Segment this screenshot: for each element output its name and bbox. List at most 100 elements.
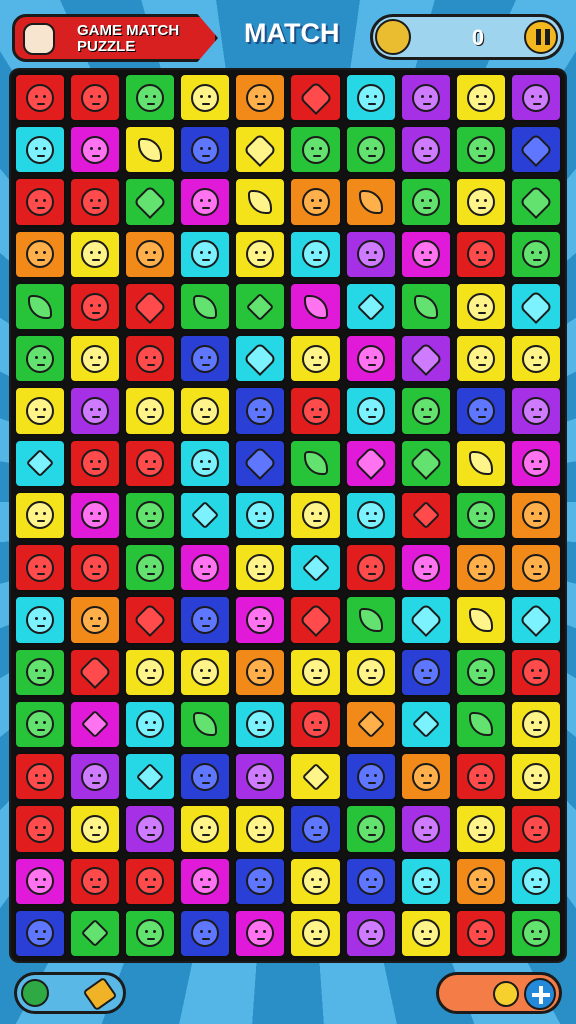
tile[interactable] [234, 438, 287, 488]
tile[interactable] [289, 438, 342, 488]
tile[interactable] [14, 543, 67, 593]
tile[interactable] [454, 334, 507, 384]
tile[interactable] [509, 699, 562, 750]
tile[interactable] [14, 804, 67, 854]
tile[interactable] [344, 543, 397, 593]
tile[interactable] [124, 73, 177, 123]
tile[interactable] [69, 804, 122, 854]
pencil-icon[interactable] [82, 976, 118, 1012]
tile[interactable] [234, 125, 287, 175]
tile[interactable] [14, 73, 67, 123]
tile[interactable] [509, 334, 562, 384]
tile[interactable] [124, 699, 177, 750]
tile[interactable] [289, 647, 342, 697]
tile[interactable] [124, 438, 177, 488]
tile[interactable] [289, 229, 342, 279]
tile[interactable] [69, 543, 122, 593]
tile[interactable] [399, 125, 452, 175]
tile[interactable] [344, 438, 397, 488]
tile[interactable] [399, 438, 452, 488]
tile[interactable] [179, 804, 232, 854]
tile[interactable] [509, 908, 562, 958]
tile[interactable] [399, 699, 452, 750]
tile[interactable] [179, 543, 232, 593]
tile[interactable] [124, 125, 177, 175]
tile[interactable] [509, 229, 562, 279]
tile[interactable] [124, 647, 177, 697]
tile[interactable] [454, 386, 507, 436]
tile[interactable] [344, 125, 397, 175]
tile[interactable] [289, 595, 342, 645]
tile[interactable] [289, 386, 342, 436]
tile[interactable] [124, 334, 177, 384]
tile[interactable] [509, 438, 562, 488]
tile[interactable] [289, 73, 342, 123]
tile[interactable] [179, 856, 232, 906]
tile[interactable] [179, 647, 232, 697]
tile[interactable] [124, 752, 177, 802]
tile[interactable] [399, 229, 452, 279]
tile[interactable] [509, 752, 562, 802]
tile[interactable] [289, 281, 342, 332]
tile[interactable] [14, 281, 67, 332]
tile[interactable] [234, 177, 287, 227]
tile[interactable] [399, 490, 452, 541]
tile[interactable] [289, 804, 342, 854]
tile[interactable] [124, 804, 177, 854]
tile[interactable] [179, 281, 232, 332]
tile[interactable] [179, 177, 232, 227]
tile[interactable] [179, 229, 232, 279]
tile[interactable] [509, 125, 562, 175]
tile[interactable] [14, 386, 67, 436]
tile[interactable] [344, 490, 397, 541]
tile[interactable] [69, 386, 122, 436]
tile[interactable] [14, 908, 67, 958]
tile[interactable] [454, 595, 507, 645]
tile[interactable] [69, 73, 122, 123]
tile[interactable] [69, 908, 122, 958]
tile[interactable] [344, 281, 397, 332]
tile[interactable] [454, 73, 507, 123]
tile[interactable] [234, 73, 287, 123]
tile[interactable] [234, 543, 287, 593]
tile[interactable] [344, 177, 397, 227]
tile[interactable] [509, 73, 562, 123]
tile[interactable] [124, 229, 177, 279]
tile[interactable] [234, 386, 287, 436]
tile[interactable] [14, 752, 67, 802]
tile[interactable] [69, 438, 122, 488]
tile[interactable] [179, 595, 232, 645]
tile[interactable] [454, 699, 507, 750]
tile[interactable] [454, 490, 507, 541]
tile[interactable] [14, 438, 67, 488]
tile[interactable] [454, 647, 507, 697]
tile[interactable] [179, 386, 232, 436]
plus-icon[interactable] [524, 978, 556, 1010]
tile[interactable] [179, 490, 232, 541]
tile[interactable] [179, 73, 232, 123]
tile[interactable] [234, 752, 287, 802]
tile[interactable] [509, 595, 562, 645]
tile[interactable] [399, 543, 452, 593]
tile[interactable] [344, 229, 397, 279]
tile[interactable] [454, 125, 507, 175]
tile[interactable] [454, 752, 507, 802]
tile[interactable] [399, 281, 452, 332]
tile[interactable] [289, 177, 342, 227]
tile[interactable] [454, 804, 507, 854]
tile[interactable] [289, 752, 342, 802]
tile[interactable] [399, 647, 452, 697]
tile[interactable] [234, 699, 287, 750]
tile[interactable] [454, 543, 507, 593]
tile[interactable] [69, 647, 122, 697]
tile[interactable] [14, 595, 67, 645]
tile[interactable] [234, 804, 287, 854]
tile[interactable] [344, 595, 397, 645]
tile[interactable] [454, 908, 507, 958]
tile[interactable] [124, 543, 177, 593]
tile[interactable] [179, 908, 232, 958]
tile[interactable] [179, 752, 232, 802]
tile[interactable] [14, 229, 67, 279]
tile[interactable] [234, 490, 287, 541]
tile[interactable] [344, 804, 397, 854]
